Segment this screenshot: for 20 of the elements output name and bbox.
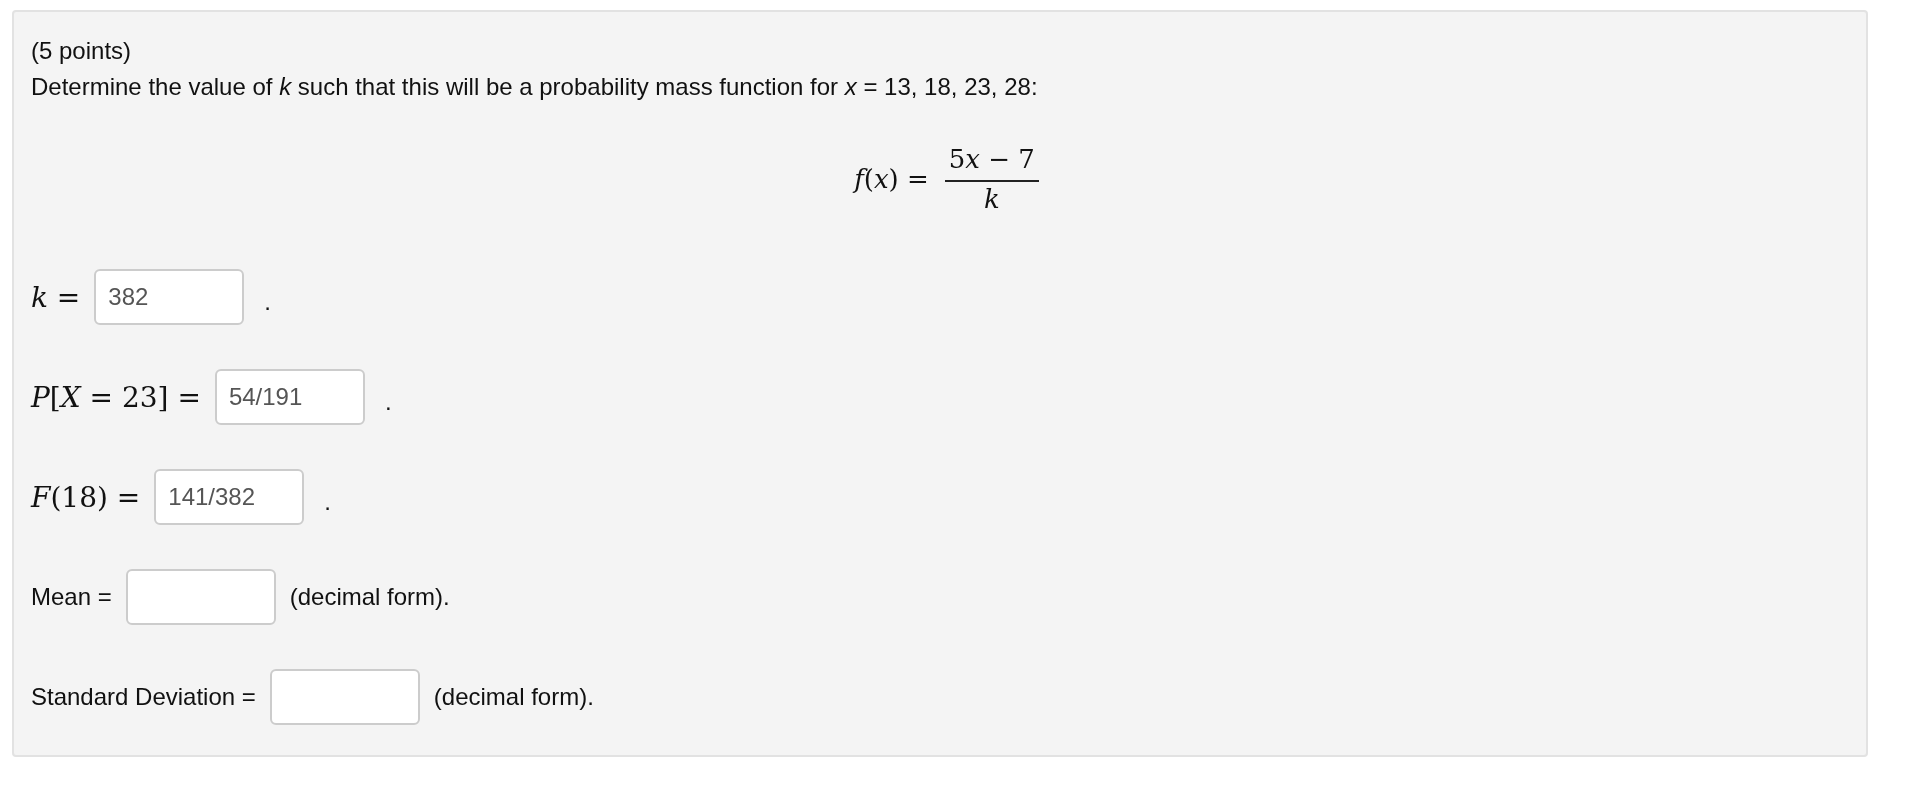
formula-lhs: f(x) = <box>854 164 929 194</box>
answer-box[interactable]: 54/191 <box>214 369 365 425</box>
answer-label: F(18) = <box>31 480 141 514</box>
answer-label: Mean = <box>31 583 112 611</box>
answer-box[interactable] <box>269 669 420 725</box>
answer-box[interactable]: 141/382 <box>154 469 305 525</box>
answer-suffix: . <box>384 387 392 416</box>
answer-suffix: . <box>264 287 271 316</box>
fraction-denominator: k <box>983 183 1000 214</box>
answer-box[interactable] <box>125 569 276 625</box>
fraction-numerator: 5x − 7 <box>944 144 1039 182</box>
answer-label: k = <box>31 280 81 314</box>
question-text: Determine the value of k such that this will be a probability mass function for x = 13, 18, 23, 28: <box>31 72 1039 102</box>
answer-suffix: (decimal form). <box>433 683 594 711</box>
answer-label: P[X = 23] = <box>31 380 201 414</box>
answer-suffix: (decimal form). <box>289 583 450 611</box>
answer-suffix: . <box>324 487 331 516</box>
answer-label: Standard Deviation = <box>31 683 256 711</box>
answer-box[interactable]: 382 <box>94 269 245 325</box>
points-label: (5 points) <box>31 36 133 66</box>
